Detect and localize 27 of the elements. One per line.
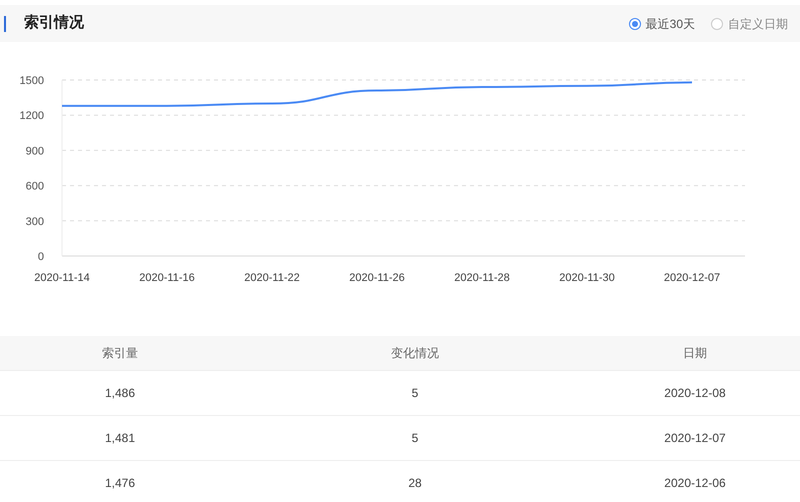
x-axis-label: 2020-11-28 [454,272,510,284]
table-cell: 2020-12-07 [590,415,800,460]
table-cell: 2020-12-06 [590,460,800,502]
table-cell: 28 [240,460,590,502]
x-axis-label: 2020-11-16 [139,272,195,284]
x-axis-label: 2020-12-07 [664,272,720,284]
table-cell: 1,476 [0,460,240,502]
y-axis-label: 900 [26,145,44,158]
table-cell: 5 [240,370,590,415]
y-axis-label: 0 [38,251,44,263]
y-axis-label: 300 [26,216,44,228]
section-title: 索引情况 [24,13,84,34]
table-cell: 1,481 [0,415,240,460]
y-axis-label: 1200 [20,110,44,122]
table-cell: 2020-12-08 [590,370,800,415]
column-header: 日期 [590,336,800,370]
y-axis-label: 600 [26,180,44,193]
x-axis-label: 2020-11-26 [349,272,405,284]
x-axis-label: 2020-11-14 [34,272,90,284]
column-header: 索引量 [0,336,240,370]
x-axis-label: 2020-11-22 [244,272,300,284]
range-radio-option[interactable]: 最近30天 [628,14,695,32]
x-axis-label: 2020-11-30 [559,272,615,284]
column-header: 变化情况 [240,336,590,370]
y-axis-label: 1500 [20,75,44,87]
table-cell: 5 [240,415,590,460]
table-cell: 1,486 [0,370,240,415]
